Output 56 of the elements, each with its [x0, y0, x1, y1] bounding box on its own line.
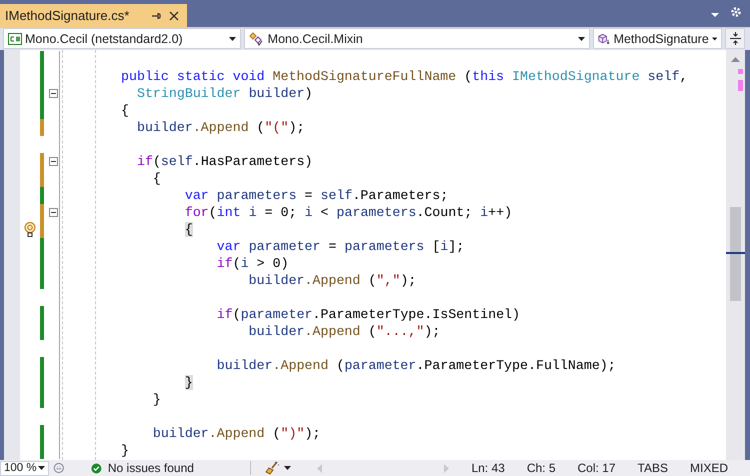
code-line: builder.Append ("...,");	[248, 323, 440, 340]
vertical-scrollbar[interactable]	[726, 50, 745, 460]
code-line: builder.Append (parameter.ParameterType.FullName);	[216, 357, 616, 374]
code-line: builder.Append (")");	[152, 425, 321, 442]
scrollbar-thumb[interactable]	[730, 207, 741, 301]
collapse-icon[interactable]	[48, 157, 58, 166]
scrollbar-marker	[738, 80, 743, 91]
issues-status[interactable]: No issues found	[108, 461, 194, 475]
code-line: builder.Append ("(");	[136, 119, 305, 136]
split-icon	[730, 32, 741, 45]
settings-icon[interactable]	[730, 6, 742, 18]
indentation-status[interactable]: TABS	[638, 461, 668, 475]
scrollbar-marker	[738, 69, 743, 74]
pin-icon[interactable]	[151, 10, 162, 20]
code-line: public static void MethodSignatureFullName (this IMethodSignature self,	[121, 68, 688, 85]
code-line: {	[121, 102, 129, 119]
navigation-dropdown[interactable]: MethodSignature	[593, 28, 722, 49]
code-line: if(i > 0)	[216, 255, 289, 272]
caret-icon	[228, 36, 236, 40]
line-ending-status[interactable]: MIXED	[690, 461, 728, 475]
navigation-dropdown[interactable]: Mono.Cecil (netstandard2.0)	[3, 28, 241, 49]
dropdown-icon[interactable]	[710, 12, 720, 18]
class-icon	[248, 32, 265, 46]
caret-icon	[578, 36, 586, 40]
file-tab[interactable]: IMethodSignature.cs*	[0, 4, 188, 27]
cube-icon	[598, 32, 611, 46]
code-line: for(int i = 0; i < parameters.Count; i++)	[184, 204, 512, 221]
line-number-status[interactable]: Ln: 43	[471, 461, 505, 475]
collapse-icon[interactable]	[48, 208, 58, 217]
caret-position-marker	[726, 252, 745, 254]
broom-icon	[264, 461, 281, 475]
caret-icon	[284, 466, 291, 470]
code-line: var parameter = parameters [i];	[216, 238, 464, 255]
zoom-dropdown[interactable]: 100 %	[0, 460, 50, 476]
code-line: StringBuilder builder)	[136, 85, 313, 102]
code-line: if(parameter.ParameterType.IsSentinel)	[216, 306, 520, 323]
caret-icon	[712, 36, 718, 40]
code-line: builder.Append (",");	[248, 272, 416, 289]
close-icon[interactable]	[169, 10, 180, 20]
navigation-dropdown[interactable]: Mono.Cecil.Mixin	[244, 28, 590, 49]
check-circle-icon	[91, 462, 102, 474]
code-line: {	[152, 170, 161, 187]
code-line: }	[152, 391, 161, 408]
caret-icon	[38, 466, 46, 470]
code-line: var parameters = self.Parameters;	[184, 187, 448, 204]
csharp-project-icon	[8, 32, 22, 44]
collapse-icon[interactable]	[48, 89, 58, 98]
split-window-button[interactable]	[725, 28, 745, 49]
scroll-up-arrow-icon[interactable]	[731, 57, 740, 62]
code-line: }	[121, 442, 129, 459]
code-line: if(self.HasParameters)	[136, 153, 313, 170]
column-status[interactable]: Col: 17	[578, 461, 616, 475]
lightbulb-icon[interactable]	[24, 222, 36, 237]
code-cleanup-button[interactable]	[264, 461, 291, 475]
smiley-icon[interactable]	[53, 461, 66, 475]
character-status[interactable]: Ch: 5	[526, 461, 556, 475]
